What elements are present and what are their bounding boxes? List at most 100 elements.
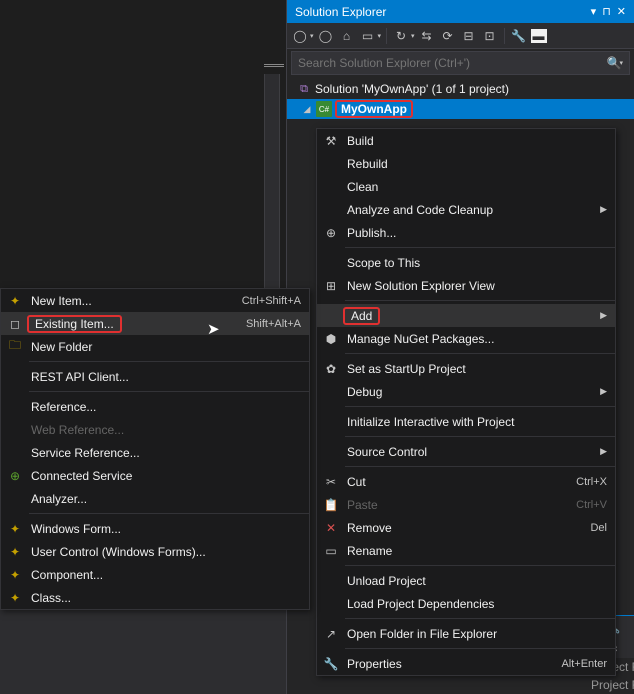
panel-titlebar[interactable]: Solution Explorer ▾ ⊓ ✕	[287, 0, 634, 23]
refresh-icon[interactable]: ⟳	[439, 27, 457, 45]
form-icon: ✦	[5, 522, 25, 536]
search-input[interactable]	[298, 56, 607, 70]
wrench-icon: 🔧	[321, 657, 341, 671]
panel-title: Solution Explorer	[295, 5, 386, 19]
menu-separator	[29, 361, 309, 362]
property-key: Project Folder	[573, 678, 634, 692]
existing-item-icon: ◻	[5, 317, 25, 331]
menu-rest-client[interactable]: REST API Client...	[1, 365, 309, 388]
menu-separator	[345, 353, 615, 354]
menu-cut[interactable]: ✂CutCtrl+X	[317, 470, 615, 493]
menu-interactive[interactable]: Initialize Interactive with Project	[317, 410, 615, 433]
menu-reference[interactable]: Reference...	[1, 395, 309, 418]
connected-service-icon: ⊕	[5, 469, 25, 483]
dropdown-icon[interactable]: ▾	[591, 5, 597, 18]
menu-rebuild[interactable]: Rebuild	[317, 152, 615, 175]
publish-icon: ⊕	[321, 226, 341, 240]
menu-analyzer[interactable]: Analyzer...	[1, 487, 309, 510]
collapse-all-icon[interactable]: ⊟	[460, 27, 478, 45]
menu-unload[interactable]: Unload Project	[317, 569, 615, 592]
solution-tree: ⧉ Solution 'MyOwnApp' (1 of 1 project) ◢…	[287, 77, 634, 121]
scrollbar-vertical[interactable]	[264, 74, 280, 288]
menu-clean[interactable]: Clean	[317, 175, 615, 198]
property-row[interactable]: Project Folder C:\Users\izaragozi\Downlo…	[573, 676, 634, 694]
menu-build[interactable]: ⚒Build	[317, 129, 615, 152]
menu-open-folder[interactable]: ↗Open Folder in File Explorer	[317, 622, 615, 645]
menu-separator	[345, 618, 615, 619]
menu-separator	[29, 513, 309, 514]
menu-separator	[345, 406, 615, 407]
home-icon[interactable]: ⌂	[338, 27, 356, 45]
menu-remove[interactable]: ✕RemoveDel	[317, 516, 615, 539]
add-submenu: ✦New Item...Ctrl+Shift+A ◻Existing Item.…	[0, 288, 310, 610]
splitter-handle[interactable]	[264, 59, 284, 71]
startup-icon: ✿	[321, 362, 341, 376]
menu-nuget[interactable]: ⬢Manage NuGet Packages...	[317, 327, 615, 350]
component-icon: ✦	[5, 568, 25, 582]
menu-rename[interactable]: ▭Rename	[317, 539, 615, 562]
cut-icon: ✂	[321, 475, 341, 489]
new-window-icon: ⊞	[321, 279, 341, 293]
switch-views-icon[interactable]: ▭	[359, 27, 377, 45]
menu-user-control[interactable]: ✦User Control (Windows Forms)...	[1, 540, 309, 563]
menu-class[interactable]: ✦Class...	[1, 586, 309, 609]
menu-new-folder[interactable]: 🗀New Folder	[1, 335, 309, 358]
build-icon: ⚒	[321, 134, 341, 148]
remove-icon: ✕	[321, 521, 341, 535]
csharp-project-icon: C#	[316, 101, 332, 117]
nuget-icon: ⬢	[321, 332, 341, 346]
preview-icon[interactable]: ▬	[531, 29, 547, 43]
expand-toggle[interactable]: ◢	[301, 104, 313, 115]
menu-new-item[interactable]: ✦New Item...Ctrl+Shift+A	[1, 289, 309, 312]
solution-node[interactable]: ⧉ Solution 'MyOwnApp' (1 of 1 project)	[287, 79, 634, 99]
menu-publish[interactable]: ⊕Publish...	[317, 221, 615, 244]
pin-icon[interactable]: ⊓	[602, 5, 611, 18]
menu-source-control[interactable]: Source Control▶	[317, 440, 615, 463]
project-node[interactable]: ◢ C# MyOwnApp	[287, 99, 634, 119]
menu-new-explorer[interactable]: ⊞New Solution Explorer View	[317, 274, 615, 297]
submenu-arrow-icon: ▶	[600, 386, 607, 397]
menu-service-reference[interactable]: Service Reference...	[1, 441, 309, 464]
menu-scope[interactable]: Scope to This	[317, 251, 615, 274]
menu-web-reference: Web Reference...	[1, 418, 309, 441]
menu-separator	[345, 565, 615, 566]
submenu-arrow-icon: ▶	[600, 446, 607, 457]
highlight-box: Add	[343, 307, 380, 325]
menu-startup[interactable]: ✿Set as StartUp Project	[317, 357, 615, 380]
show-all-icon[interactable]: ⊡	[481, 27, 499, 45]
menu-load-deps[interactable]: Load Project Dependencies	[317, 592, 615, 615]
pending-changes-icon[interactable]: ↻	[392, 27, 410, 45]
properties-icon[interactable]: 🔧	[510, 27, 528, 45]
menu-connected-service[interactable]: ⊕Connected Service	[1, 464, 309, 487]
forward-icon[interactable]: ◯	[317, 27, 335, 45]
menu-separator	[345, 648, 615, 649]
editor-background	[0, 0, 286, 288]
explorer-toolbar: ◯▾ ◯ ⌂ ▭▾ ↻▾ ⇆ ⟳ ⊟ ⊡ 🔧 ▬	[287, 23, 634, 49]
sync-icon[interactable]: ⇆	[418, 27, 436, 45]
close-icon[interactable]: ✕	[617, 5, 626, 18]
class-icon: ✦	[5, 591, 25, 605]
rename-icon: ▭	[321, 544, 341, 558]
highlight-box: Existing Item...	[27, 315, 122, 333]
menu-separator	[345, 247, 615, 248]
menu-separator	[345, 436, 615, 437]
project-context-menu: ⚒Build Rebuild Clean Analyze and Code Cl…	[316, 128, 616, 676]
menu-component[interactable]: ✦Component...	[1, 563, 309, 586]
new-folder-icon: 🗀	[5, 336, 25, 357]
back-icon[interactable]: ◯	[291, 27, 309, 45]
menu-add[interactable]: Add▶	[317, 304, 615, 327]
folder-icon: ↗	[321, 627, 341, 641]
menu-properties[interactable]: 🔧PropertiesAlt+Enter	[317, 652, 615, 675]
new-item-icon: ✦	[5, 294, 25, 308]
menu-windows-form[interactable]: ✦Windows Form...	[1, 517, 309, 540]
highlight-box: MyOwnApp	[335, 100, 413, 118]
project-label: MyOwnApp	[341, 102, 407, 116]
menu-analyze[interactable]: Analyze and Code Cleanup▶	[317, 198, 615, 221]
menu-separator	[29, 391, 309, 392]
search-box[interactable]: 🔍▾	[291, 51, 630, 75]
menu-debug[interactable]: Debug▶	[317, 380, 615, 403]
paste-icon: 📋	[321, 498, 341, 512]
solution-icon: ⧉	[296, 81, 312, 97]
menu-existing-item[interactable]: ◻Existing Item...Shift+Alt+A	[1, 312, 309, 335]
menu-separator	[345, 300, 615, 301]
